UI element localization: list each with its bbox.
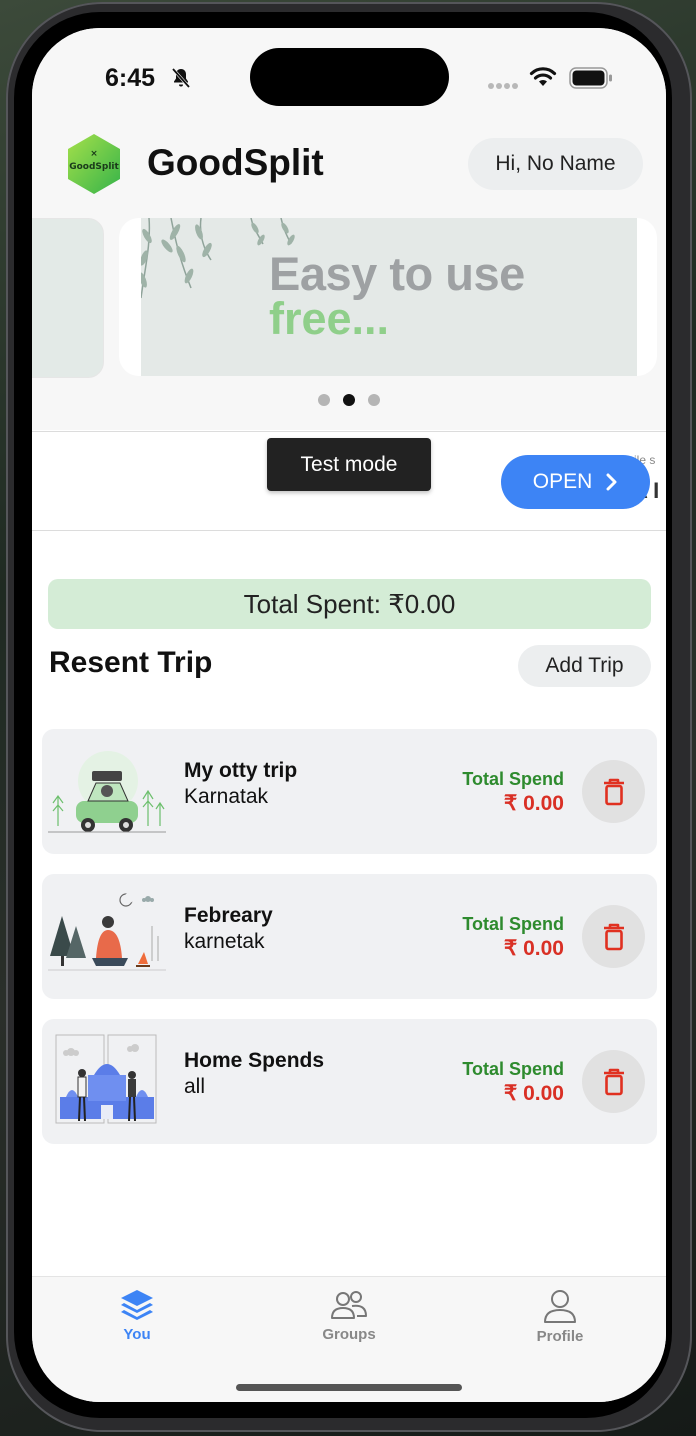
app-logo: × GoodSplit — [68, 134, 120, 194]
status-time: 6:45 — [105, 64, 156, 92]
svg-text:×: × — [90, 149, 98, 159]
trash-icon — [603, 778, 624, 805]
ad-open-button[interactable]: OPEN — [501, 455, 650, 509]
tab-label: You — [123, 1326, 151, 1343]
trip-card[interactable]: My otty trip Karnatak Total Spend ₹ 0.00 — [42, 729, 657, 854]
svg-text:GoodSplit: GoodSplit — [69, 162, 119, 172]
car-trip-illustration — [48, 751, 166, 833]
banner-subheadline: free... — [269, 293, 390, 344]
trip-name: My otty trip — [184, 759, 298, 782]
stack-icon — [121, 1290, 153, 1320]
groups-icon — [331, 1291, 367, 1319]
person-icon — [544, 1290, 576, 1323]
app-title: GoodSplit — [147, 142, 324, 183]
tab-label: Groups — [322, 1326, 376, 1343]
dynamic-island — [250, 48, 449, 106]
total-spent-banner: Total Spent: ₹0.00 — [48, 579, 651, 629]
trash-icon — [603, 923, 624, 950]
carousel-dot-active[interactable] — [343, 394, 355, 406]
tab-you[interactable]: You — [77, 1288, 197, 1343]
carousel-dot[interactable] — [318, 394, 330, 406]
chevron-right-icon — [606, 473, 617, 491]
add-trip-button[interactable]: Add Trip — [518, 645, 651, 687]
trip-spend-value: ₹ 0.00 — [503, 937, 564, 960]
ad-open-label: OPEN — [532, 470, 593, 493]
tab-groups[interactable]: Groups — [289, 1288, 409, 1343]
trip-spend-value: ₹ 0.00 — [503, 792, 564, 815]
carousel-pagination — [32, 394, 666, 406]
trip-place: all — [184, 1075, 206, 1098]
greeting-button[interactable]: Hi, No Name — [468, 138, 643, 190]
trip-spend-label: Total Spend — [462, 914, 564, 934]
trip-card[interactable]: Home Spends all Total Spend ₹ 0.00 — [42, 1019, 657, 1144]
test-mode-toast: Test mode — [267, 438, 431, 491]
trash-icon — [603, 1068, 624, 1095]
tab-profile[interactable]: Profile — [500, 1288, 620, 1345]
silent-bell-icon — [171, 68, 191, 88]
trip-spend-label: Total Spend — [462, 769, 564, 789]
wifi-icon — [529, 67, 557, 86]
app-screen: 6:45 × GoodSplit GoodSplit Hi, No Name E… — [32, 28, 666, 1402]
trip-name: Febreary — [184, 904, 273, 927]
carousel-dot[interactable] — [368, 394, 380, 406]
carousel-slide-previous[interactable] — [32, 218, 104, 378]
banner-image: Easy to use free... — [141, 218, 637, 376]
battery-icon — [569, 67, 612, 89]
delete-trip-button[interactable] — [582, 1050, 645, 1113]
palace-illustration — [55, 1034, 157, 1124]
tab-label: Profile — [536, 1328, 584, 1345]
trip-place: Karnatak — [184, 785, 269, 808]
carousel-slide-current[interactable]: Easy to use free... — [119, 218, 657, 376]
signal-icon — [488, 83, 518, 89]
trip-place: karnetak — [184, 930, 265, 953]
trip-spend-label: Total Spend — [462, 1059, 564, 1079]
campfire-illustration — [48, 893, 166, 971]
trip-card[interactable]: Febreary karnetak Total Spend ₹ 0.00 — [42, 874, 657, 999]
section-title: Resent Trip — [49, 646, 213, 679]
trip-name: Home Spends — [184, 1049, 325, 1072]
trip-spend-value: ₹ 0.00 — [503, 1082, 564, 1105]
home-indicator[interactable] — [236, 1384, 462, 1391]
delete-trip-button[interactable] — [582, 905, 645, 968]
delete-trip-button[interactable] — [582, 760, 645, 823]
